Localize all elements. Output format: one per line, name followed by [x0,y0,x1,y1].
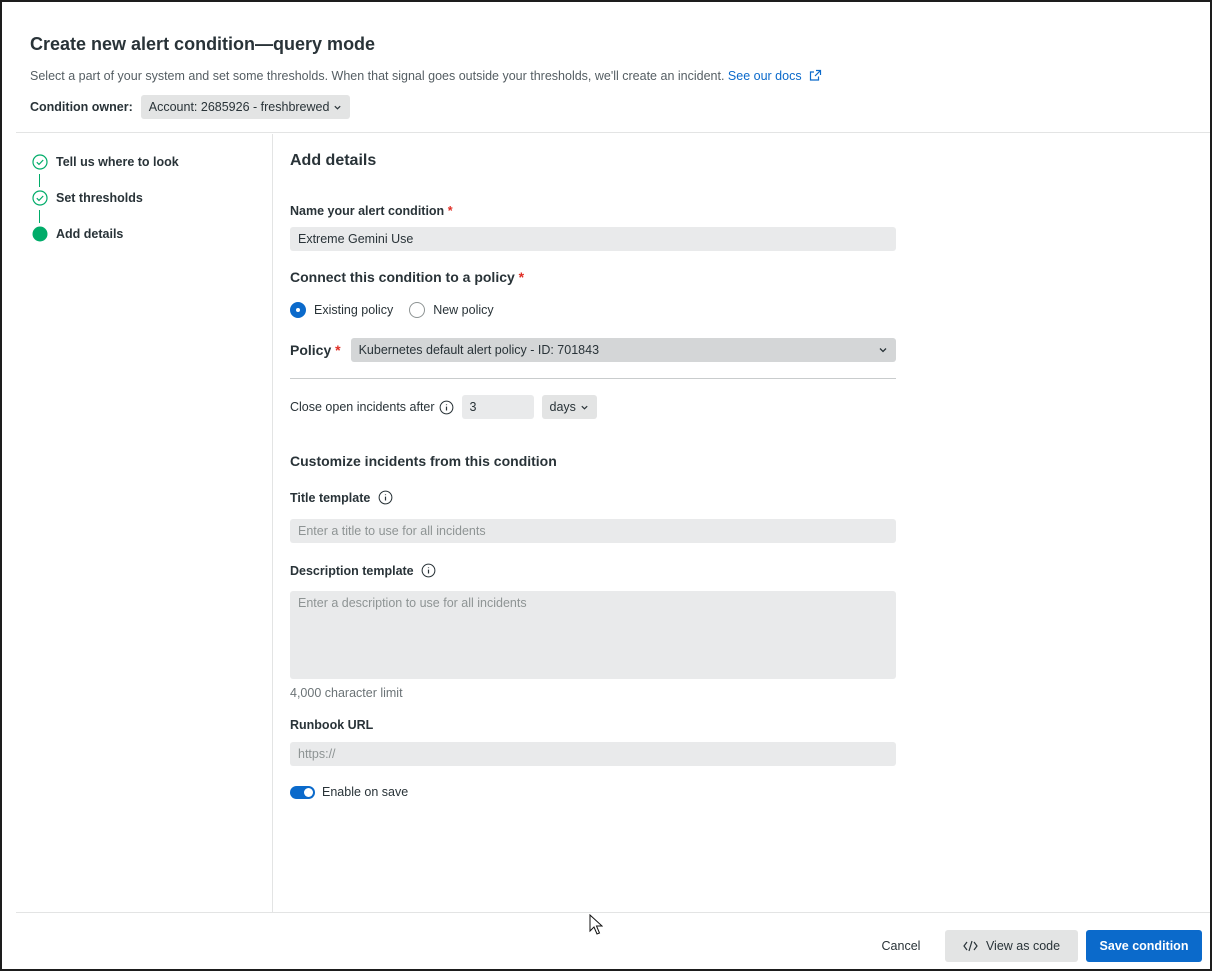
close-incidents-input[interactable]: 3 [461,395,534,419]
condition-owner-label: Condition owner: [30,100,133,114]
new-policy-label[interactable]: New policy [433,303,493,317]
condition-name-input[interactable]: Extreme Gemini Use [290,227,896,251]
policy-section-title: Connect this condition to a policy * [290,269,524,285]
step-connector [39,210,40,223]
customize-section-title: Customize incidents from this condition [290,453,557,469]
steps-sidebar: Tell us where to look Set thresholds Add… [16,134,273,912]
character-limit-hint: 4,000 character limit [290,686,403,700]
step-label: Tell us where to look [56,155,179,169]
close-incidents-label: Close open incidents after [290,400,435,414]
chevron-down-icon [334,105,342,110]
filled-dot-icon [32,226,48,242]
close-incidents-row: Close open incidents after 3 days [290,395,597,419]
page-title: Create new alert condition—query mode [30,34,376,54]
mouse-cursor-icon [589,914,603,935]
runbook-url-label: Runbook URL [290,718,374,732]
view-as-code-button[interactable]: View as code [945,930,1078,962]
required-marker: * [335,342,341,358]
modal-frame: Create new alert condition—query mode Se… [0,0,1212,971]
view-as-code-label: View as code [985,939,1061,953]
policy-select[interactable]: Kubernetes default alert policy - ID: 70… [350,338,896,362]
form-divider [290,378,896,379]
title-template-input[interactable]: Enter a title to use for all incidents [290,519,896,543]
chevron-down-icon [879,348,887,353]
check-circle-icon [32,190,48,206]
description-template-textarea[interactable]: Enter a description to use for all incid… [290,591,896,679]
existing-policy-radio[interactable] [290,302,306,318]
required-marker: * [447,204,453,218]
save-condition-button[interactable]: Save condition [1086,930,1202,962]
footer-divider [16,912,1210,913]
close-incidents-unit: days [549,400,576,414]
step-label: Set thresholds [56,191,143,205]
close-incidents-unit-select[interactable]: days [541,395,597,419]
policy-radio-group: Existing policy New policy [290,302,510,318]
enable-on-save-row: Enable on save [290,785,408,799]
enable-on-save-toggle[interactable] [290,785,315,799]
info-icon[interactable] [378,490,393,505]
new-policy-radio[interactable] [409,302,426,318]
policy-label: Policy * [290,342,341,358]
header-divider [16,132,1210,133]
policy-row: Policy * Kubernetes default alert policy… [290,338,896,362]
condition-owner-select[interactable]: Account: 2685926 - freshbrewed [140,95,351,119]
chevron-down-icon [581,405,588,410]
page-subtitle: Select a part of your system and set som… [30,69,1190,83]
enable-on-save-label: Enable on save [322,785,409,799]
policy-label-text: Policy [290,342,332,358]
name-label: Name your alert condition * [290,204,453,218]
step-tell-us-where-to-look[interactable]: Tell us where to look [32,154,179,170]
step-connector [39,174,40,187]
title-template-text: Title template [290,491,371,505]
docs-link[interactable]: See our docs [728,69,822,83]
step-label: Add details [56,227,124,241]
required-marker: * [518,269,525,285]
docs-link-label: See our docs [727,69,802,83]
check-circle-icon [32,154,48,170]
save-condition-label: Save condition [1099,939,1189,953]
condition-owner-row: Condition owner: Account: 2685926 - fres… [30,95,1190,119]
subtitle-text: Select a part of your system and set som… [30,69,725,83]
section-heading: Add details [290,152,377,169]
runbook-url-input[interactable]: https:// [290,742,896,766]
step-set-thresholds[interactable]: Set thresholds [32,190,143,206]
policy-select-value: Kubernetes default alert policy - ID: 70… [358,343,600,357]
modal-header: Create new alert condition—query mode Se… [30,34,1190,119]
description-template-text: Description template [290,564,414,578]
policy-section-text: Connect this condition to a policy [290,269,515,285]
existing-policy-label[interactable]: Existing policy [314,303,393,317]
info-icon[interactable] [421,563,436,578]
name-label-text: Name your alert condition [290,204,445,218]
title-template-label: Title template [290,490,393,505]
description-template-label: Description template [290,563,436,578]
external-link-icon [809,69,822,81]
step-add-details[interactable]: Add details [32,226,123,242]
cancel-button-label: Cancel [881,939,921,953]
condition-owner-value: Account: 2685926 - freshbrewed [148,100,330,114]
info-icon[interactable] [439,400,454,415]
cancel-button[interactable]: Cancel [870,930,932,962]
code-icon [963,940,978,952]
